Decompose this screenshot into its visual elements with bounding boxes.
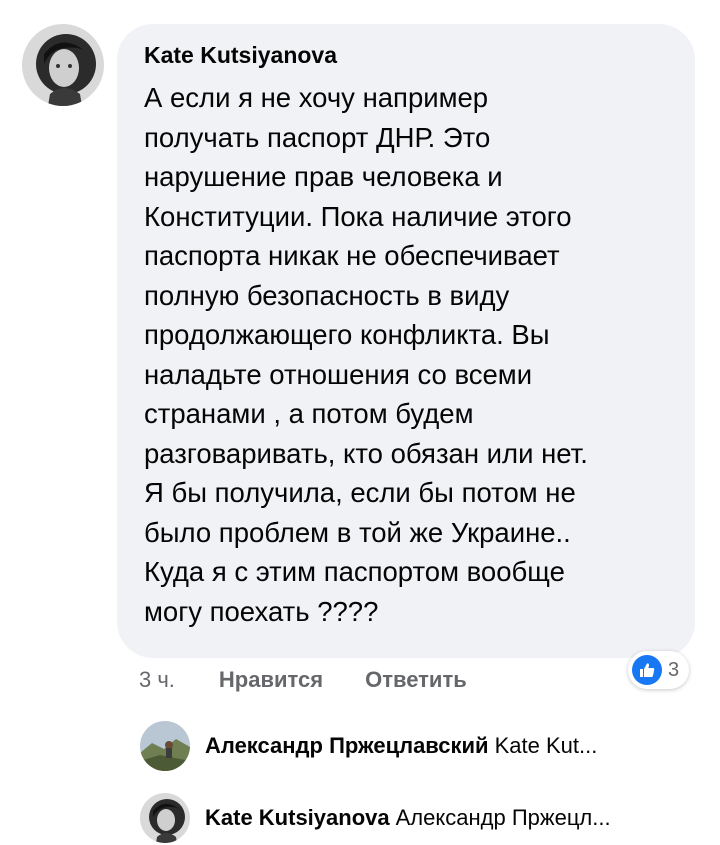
reaction-badge[interactable]: 3	[628, 651, 690, 689]
commenter-avatar[interactable]	[22, 24, 104, 106]
reply-author-avatar[interactable]	[140, 721, 190, 771]
landscape-photo-icon	[140, 721, 190, 771]
reply-preview-line: Александр Пржецлавский Kate Kut...	[205, 733, 597, 759]
reply-preview-text: Kate Kut...	[494, 733, 598, 758]
reply-item[interactable]: Kate Kutsiyanova Александр Пржецл...	[140, 793, 695, 843]
comment-text: А если я не хочу например получать паспо…	[144, 82, 588, 627]
reply-button[interactable]: Ответить	[365, 667, 467, 693]
reply-preview-line: Kate Kutsiyanova Александр Пржецл...	[205, 805, 611, 831]
reaction-count: 3	[668, 658, 680, 681]
like-button[interactable]: Нравится	[219, 667, 323, 693]
comment-bubble: Kate Kutsiyanova А если я не хочу наприм…	[117, 24, 695, 658]
portrait-photo-icon	[22, 24, 104, 106]
like-thumbs-up-icon	[632, 655, 662, 685]
comment-timestamp[interactable]: 3 ч.	[139, 667, 175, 693]
reply-author-avatar[interactable]	[140, 793, 190, 843]
reply-item[interactable]: Александр Пржецлавский Kate Kut...	[140, 721, 695, 771]
comment-actions: 3 ч. Нравится Ответить	[139, 662, 509, 698]
comment-author-name[interactable]: Kate Kutsiyanova	[144, 40, 677, 70]
reply-preview-text: Александр Пржецл...	[395, 805, 611, 830]
reply-author-name[interactable]: Kate Kutsiyanova	[205, 805, 390, 830]
reply-author-name[interactable]: Александр Пржецлавский	[205, 733, 489, 758]
portrait-photo-icon	[140, 793, 190, 843]
